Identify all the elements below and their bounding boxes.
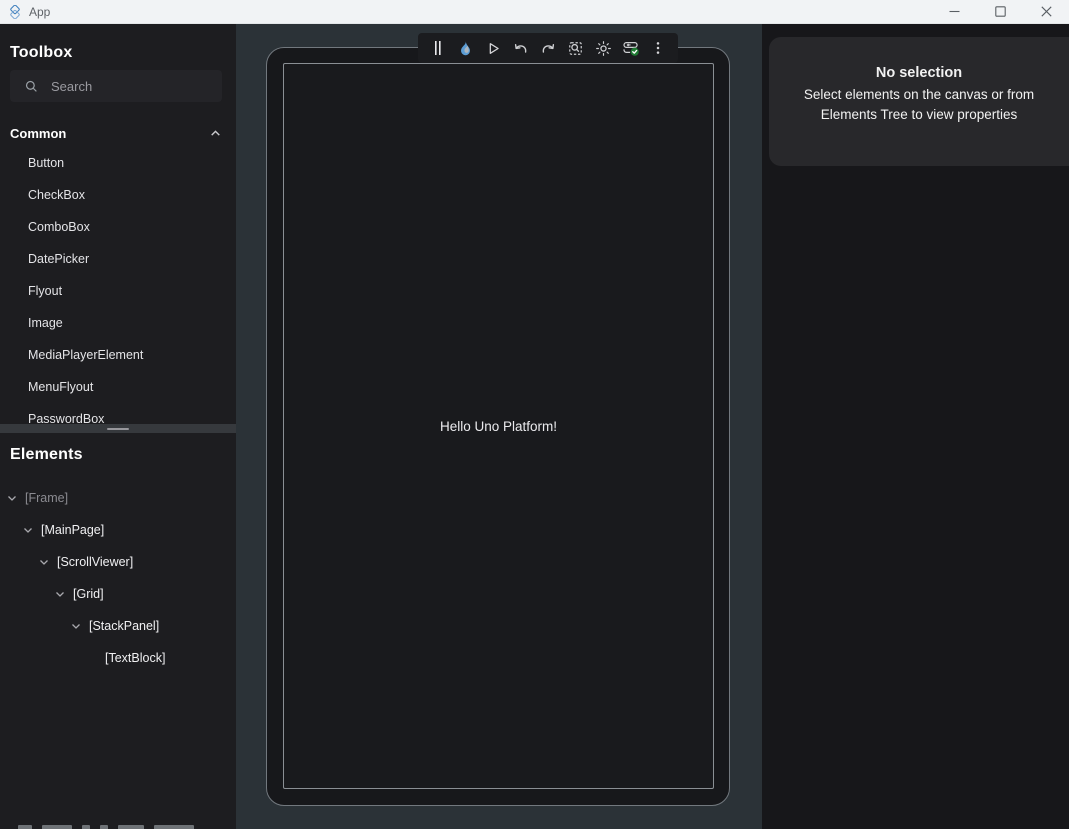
chevron-down-icon[interactable] [70,620,82,632]
search-placeholder-text: Search [51,79,92,94]
device-connected-check-icon [622,39,640,57]
inspect-element-button[interactable] [566,37,586,59]
inspect-icon [567,40,584,57]
section-label: Common [10,126,66,141]
close-button[interactable] [1023,0,1069,23]
panel-splitter[interactable] [0,424,236,433]
maximize-button[interactable] [977,0,1023,23]
splitter-handle [107,428,129,430]
toolbox-item-list: Button CheckBox ComboBox DatePicker Flyo… [0,147,236,435]
elements-panel-title: Elements [10,446,83,464]
uno-platform-logo-icon [8,5,22,19]
toolbox-panel-title: Toolbox [10,44,72,62]
tree-item-mainpage[interactable]: [MainPage] [0,514,236,546]
minimize-icon [949,6,960,17]
tree-item-scrollviewer[interactable]: [ScrollViewer] [0,546,236,578]
titlebar: App [0,0,1069,24]
toolbox-section-common[interactable]: Common [0,118,236,148]
toolbar-drag-handle[interactable] [428,37,448,59]
close-icon [1041,6,1052,17]
toolbox-item-image[interactable]: Image [0,307,236,339]
tree-item-frame[interactable]: [Frame] [0,482,236,514]
tree-item-stackpanel[interactable]: [StackPanel] [0,610,236,642]
chevron-down-icon[interactable] [38,556,50,568]
kebab-menu-icon [650,40,666,56]
app-screen[interactable]: Hello Uno Platform! [283,63,714,789]
chevron-down-icon[interactable] [22,524,34,536]
sun-icon [595,40,612,57]
toolbox-item-combobox[interactable]: ComboBox [0,211,236,243]
play-button[interactable] [483,37,503,59]
toolbox-item-button[interactable]: Button [0,147,236,179]
clipped-status-row [0,825,236,829]
toolbox-item-datepicker[interactable]: DatePicker [0,243,236,275]
more-options-button[interactable] [648,37,668,59]
toolbox-item-menuflyout[interactable]: MenuFlyout [0,371,236,403]
play-icon [485,40,502,57]
drag-handle-icon [434,40,442,56]
chevron-down-icon[interactable] [54,588,66,600]
design-canvas[interactable]: Hello Uno Platform! [236,24,762,829]
undo-button[interactable] [511,37,531,59]
flame-icon [457,40,474,57]
undo-icon [512,40,529,57]
chevron-down-icon[interactable] [6,492,18,504]
toolbox-item-flyout[interactable]: Flyout [0,275,236,307]
left-sidebar: Toolbox Search Common Button CheckBox Co… [0,24,236,829]
no-selection-message: Select elements on the canvas or from El… [775,85,1063,125]
hot-design-toolbar [418,33,678,63]
hot-design-flame-button[interactable] [456,37,476,59]
tree-item-grid[interactable]: [Grid] [0,578,236,610]
theme-toggle-button[interactable] [593,37,613,59]
toolbox-item-checkbox[interactable]: CheckBox [0,179,236,211]
textblock-hello-uno[interactable]: Hello Uno Platform! [440,419,557,434]
redo-icon [540,40,557,57]
no-selection-card: No selection Select elements on the canv… [769,37,1069,166]
redo-button[interactable] [538,37,558,59]
search-icon [24,79,39,94]
elements-tree: [Frame] [MainPage] [ScrollViewer] [Grid]… [0,482,236,674]
properties-region: No selection Select elements on the canv… [762,24,1069,829]
maximize-icon [995,6,1006,17]
window-title: App [29,5,50,19]
tree-item-textblock[interactable]: [TextBlock] [0,642,236,674]
device-connected-button[interactable] [621,37,641,59]
device-frame: Hello Uno Platform! [266,47,730,806]
toolbox-item-mediaplayerelement[interactable]: MediaPlayerElement [0,339,236,371]
no-selection-title: No selection [876,65,962,81]
window-controls [931,0,1069,23]
chevron-up-icon [209,127,222,140]
minimize-button[interactable] [931,0,977,23]
toolbox-search-input[interactable]: Search [10,70,222,102]
